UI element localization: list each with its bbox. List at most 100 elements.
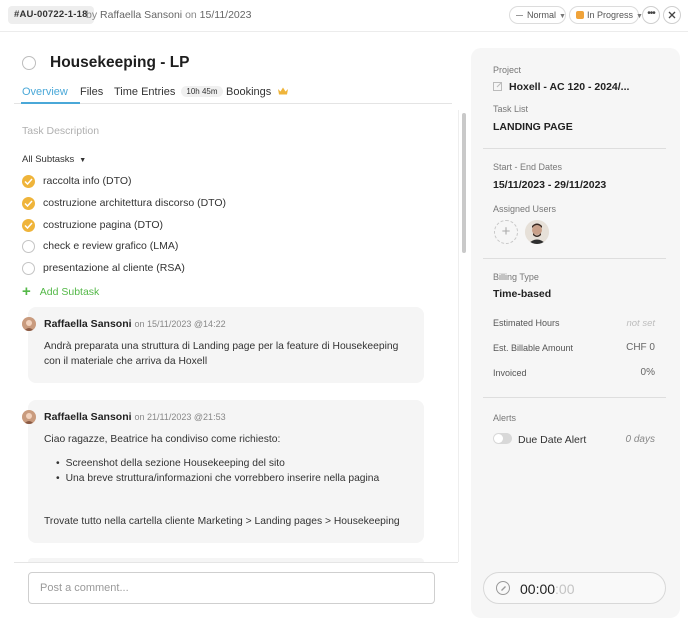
subtask-label: presentazione al cliente (RSA) xyxy=(43,262,185,274)
billing-type-label: Billing Type xyxy=(493,272,539,282)
subtask-label: costruzione pagina (DTO) xyxy=(43,219,164,231)
dates-value[interactable]: 15/11/2023 - 29/11/2023 xyxy=(493,179,606,191)
comment-bullet: Screenshot della sezione Housekeeping de… xyxy=(56,458,285,469)
scrollbar-thumb[interactable] xyxy=(462,113,466,253)
plus-icon: + xyxy=(22,283,31,300)
priority-label: Normal xyxy=(527,10,557,20)
divider xyxy=(483,258,666,259)
timer-hm: 00:00 xyxy=(520,581,556,597)
timer-display: 00:00:00 xyxy=(520,581,575,597)
scroll-track xyxy=(458,110,459,562)
comment-text-line: con il materiale che arriva da Hoxell xyxy=(44,356,208,367)
status-color-icon xyxy=(576,11,584,19)
billing-type-value[interactable]: Time-based xyxy=(493,288,551,300)
ellipsis-icon: ••• xyxy=(647,8,655,19)
add-subtask-label: Add Subtask xyxy=(39,286,100,298)
project-value[interactable]: Hoxell - AC 120 - 2024/... xyxy=(509,81,629,93)
priority-dash-icon xyxy=(516,15,523,17)
subtasks-filter-label: All Subtasks xyxy=(22,154,75,165)
tab-files[interactable]: Files xyxy=(80,86,103,98)
time-tracker[interactable]: 00:00:00 xyxy=(483,572,666,604)
toggle-knob xyxy=(494,434,503,443)
timer-start-icon[interactable] xyxy=(496,581,510,595)
active-tab-indicator xyxy=(21,102,80,104)
due-date-alert-days[interactable]: 0 days xyxy=(626,434,655,445)
tasklist-label: Task List xyxy=(493,104,529,114)
subtasks-filter-dropdown[interactable]: All Subtasks ▼ xyxy=(22,154,86,165)
comment-author-name: Raffaella Sansoni xyxy=(44,411,132,423)
tab-overview[interactable]: Overview xyxy=(22,86,68,98)
dates-label: Start - End Dates xyxy=(493,162,563,172)
comment-avatar[interactable] xyxy=(22,317,36,331)
status-dropdown[interactable]: In Progress ▼ xyxy=(569,6,643,24)
task-title[interactable]: Housekeeping - LP xyxy=(50,54,190,72)
due-date-alert-label: Due Date Alert xyxy=(518,434,587,446)
estimated-hours-value[interactable]: not set xyxy=(626,318,655,329)
user-avatar-icon xyxy=(22,410,36,424)
assigned-users-label: Assigned Users xyxy=(493,204,557,214)
author-name[interactable]: Raffaella Sansoni xyxy=(100,9,182,21)
add-user-button[interactable]: + xyxy=(494,220,518,244)
task-description-input[interactable]: Task Description xyxy=(22,125,99,137)
caret-down-icon: ▼ xyxy=(79,157,87,164)
comment-author[interactable]: Raffaella Sansoni on 21/11/2023 @21:53 xyxy=(44,411,226,423)
due-date-alert-toggle[interactable] xyxy=(493,433,512,444)
subtask-label: raccolta info (DTO) xyxy=(43,175,132,187)
billable-amount-label: Est. Billable Amount xyxy=(493,343,574,353)
crown-icon xyxy=(278,87,289,95)
tasklist-value[interactable]: LANDING PAGE xyxy=(493,121,573,133)
estimated-hours-label: Estimated Hours xyxy=(493,318,560,328)
assigned-user-avatar[interactable] xyxy=(525,220,549,244)
divider xyxy=(483,148,666,149)
close-icon xyxy=(668,11,676,19)
more-options-button[interactable]: ••• xyxy=(642,6,660,24)
billable-amount-value: CHF 0 xyxy=(626,342,655,353)
comment-date: on 21/11/2023 @21:53 xyxy=(134,412,226,422)
comment-date: on 15/11/2023 @14:22 xyxy=(134,319,226,329)
subtask-label: check e review grafico (LMA) xyxy=(43,240,179,252)
comment-bullet: Una breve struttura/informazioni che vor… xyxy=(56,473,380,484)
time-badge: 10h 45m xyxy=(181,86,223,97)
user-avatar-icon xyxy=(22,317,36,331)
empty-circle-icon[interactable] xyxy=(22,240,35,253)
user-avatar-icon xyxy=(525,220,549,244)
chevron-down-icon: ▼ xyxy=(559,13,566,20)
on-prefix: on xyxy=(185,9,197,21)
created-by-line: by Raffaella Sansoni on 15/11/2023 xyxy=(86,9,251,21)
divider xyxy=(483,397,666,398)
comment-author-name: Raffaella Sansoni xyxy=(44,318,132,330)
task-id-badge: #AU-00722-1-18 xyxy=(8,6,94,24)
subtask-label: costruzione architettura discorso (DTO) xyxy=(43,197,227,209)
plus-icon: + xyxy=(501,223,511,240)
tab-bookings[interactable]: Bookings xyxy=(226,86,289,98)
tab-time-entries[interactable]: Time Entries 10h 45m xyxy=(114,86,223,98)
tab-time-entries-label: Time Entries xyxy=(114,86,176,98)
task-complete-checkbox[interactable] xyxy=(22,56,36,70)
comment-text-line: Ciao ragazze, Beatrice ha condiviso come… xyxy=(44,434,281,445)
invoiced-label: Invoiced xyxy=(493,368,527,378)
check-circle-icon[interactable] xyxy=(22,219,35,232)
comment-avatar[interactable] xyxy=(22,410,36,424)
alerts-label: Alerts xyxy=(493,413,517,423)
tab-bookings-label: Bookings xyxy=(226,86,272,98)
close-button[interactable] xyxy=(663,6,681,24)
check-circle-icon[interactable] xyxy=(22,197,35,210)
comment-author[interactable]: Raffaella Sansoni on 15/11/2023 @14:22 xyxy=(44,318,226,330)
comment-input[interactable] xyxy=(28,572,435,604)
external-link-icon[interactable] xyxy=(493,82,502,91)
divider xyxy=(14,562,458,563)
created-date: 15/11/2023 xyxy=(199,9,252,21)
invoiced-value: 0% xyxy=(640,367,655,378)
add-subtask-button[interactable]: + Add Subtask xyxy=(22,283,99,300)
empty-circle-icon[interactable] xyxy=(22,262,35,275)
comment-text-line: Trovate tutto nella cartella cliente Mar… xyxy=(44,516,400,527)
status-label: In Progress xyxy=(587,10,634,20)
check-circle-icon[interactable] xyxy=(22,175,35,188)
project-label: Project xyxy=(493,65,522,75)
timer-seconds: :00 xyxy=(555,581,575,597)
by-prefix: by xyxy=(86,9,98,21)
top-bar: #AU-00722-1-18 by Raffaella Sansoni on 1… xyxy=(0,0,688,32)
comment-text-line: Andrà preparata una struttura di Landing… xyxy=(44,341,399,352)
priority-dropdown[interactable]: Normal ▼ xyxy=(509,6,566,24)
details-panel: Project Hoxell - AC 120 - 2024/... Task … xyxy=(471,48,680,618)
